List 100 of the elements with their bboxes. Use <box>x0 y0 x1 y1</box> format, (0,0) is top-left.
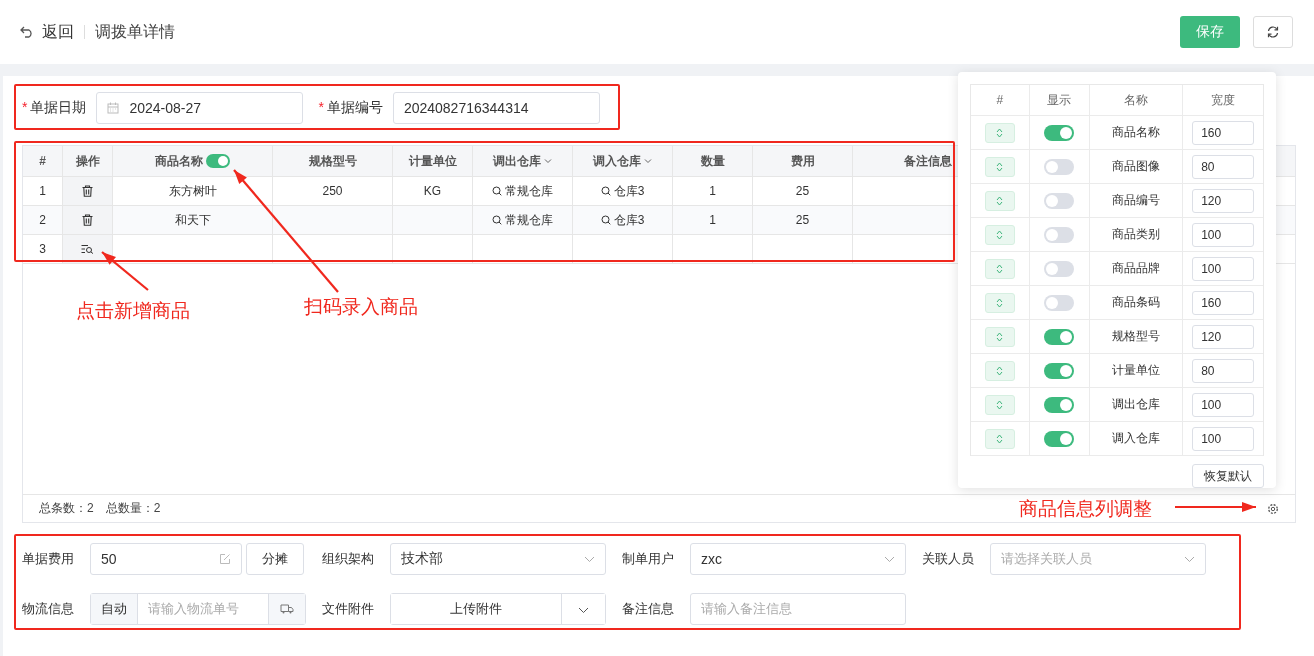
search-icon[interactable] <box>600 186 611 196</box>
width-field[interactable]: 100 <box>1192 222 1255 247</box>
column-name: 商品编号 <box>1111 192 1160 209</box>
table-cell: 250 <box>322 184 343 198</box>
width-field[interactable]: 100 <box>1192 256 1255 281</box>
column-header: 宽度 <box>1211 91 1236 109</box>
visibility-toggle[interactable] <box>1044 328 1075 345</box>
sort-arrows-icon <box>996 127 1004 138</box>
settings-icon[interactable] <box>1267 502 1279 515</box>
column-header: 费用 <box>790 152 815 170</box>
visibility-toggle[interactable] <box>1044 226 1075 243</box>
cost-field[interactable]: 50 <box>90 543 242 575</box>
table-cell: 仓库3 <box>613 211 645 229</box>
column-name: 计量单位 <box>1111 362 1160 379</box>
drag-handle[interactable] <box>984 292 1015 313</box>
visibility-toggle[interactable] <box>1044 430 1075 447</box>
sort-arrows-icon <box>996 399 1004 410</box>
field-label: 组织架构 <box>322 550 375 568</box>
table-cell: 1 <box>709 184 716 198</box>
required-mark: * <box>318 99 324 115</box>
width-field[interactable]: 160 <box>1192 290 1255 315</box>
trash-icon[interactable] <box>82 185 93 197</box>
column-header: 调入仓库 <box>593 152 641 170</box>
drag-handle[interactable] <box>984 122 1015 143</box>
upload-menu-button[interactable] <box>561 594 605 624</box>
select-field[interactable]: 技术部 <box>390 543 606 575</box>
select-field[interactable]: zxc <box>690 543 906 575</box>
field-label: 备注信息 <box>622 600 675 618</box>
truck-button[interactable] <box>268 594 305 624</box>
list-search-icon[interactable] <box>81 244 94 254</box>
table-cell: 东方树叶 <box>168 182 217 200</box>
chevron-down-icon[interactable] <box>644 158 652 164</box>
column-name: 商品图像 <box>1111 158 1160 175</box>
total-text: 总数量：2 <box>105 500 161 517</box>
drag-handle[interactable] <box>984 428 1015 449</box>
visibility-toggle[interactable] <box>1044 260 1075 277</box>
back-button[interactable]: 返回 <box>20 21 74 43</box>
visibility-toggle[interactable] <box>1044 124 1075 141</box>
column-header: 规格型号 <box>308 152 357 170</box>
column-header: 计量单位 <box>408 152 457 170</box>
visibility-toggle[interactable] <box>1044 362 1075 379</box>
column-header: 调出仓库 <box>493 152 541 170</box>
drag-handle[interactable] <box>984 258 1015 279</box>
table-cell: 1 <box>39 184 46 198</box>
width-field[interactable]: 100 <box>1192 426 1255 451</box>
table-cell: 3 <box>39 242 46 256</box>
chevron-down-icon[interactable] <box>544 158 552 164</box>
chevron-down-icon <box>884 555 895 563</box>
sort-arrows-icon <box>996 229 1004 240</box>
drag-handle[interactable] <box>984 224 1015 245</box>
table-cell: 2 <box>39 213 46 227</box>
drag-handle[interactable] <box>984 360 1015 381</box>
sort-arrows-icon <box>996 433 1004 444</box>
table-cell: 仓库3 <box>613 182 645 200</box>
refresh-icon <box>1266 25 1280 39</box>
column-header: # <box>39 154 46 168</box>
auto-button[interactable]: 自动 <box>91 594 137 624</box>
search-icon[interactable] <box>492 186 502 196</box>
column-header: # <box>996 93 1004 107</box>
sort-arrows-icon <box>996 195 1004 206</box>
page-title: 调拨单详情 <box>95 21 175 42</box>
refresh-button[interactable] <box>1253 16 1293 48</box>
visibility-toggle[interactable] <box>1044 158 1075 175</box>
column-header: 名称 <box>1123 91 1148 109</box>
width-field[interactable]: 80 <box>1192 154 1255 179</box>
drag-handle[interactable] <box>984 394 1015 415</box>
drag-handle[interactable] <box>984 190 1015 211</box>
search-icon[interactable] <box>492 215 502 225</box>
scan-toggle[interactable] <box>206 154 230 168</box>
chevron-down-icon <box>1184 555 1195 563</box>
annotation-text: 点击新增商品 <box>76 299 190 323</box>
reset-button[interactable]: 恢复默认 <box>1192 464 1264 488</box>
column-name: 商品条码 <box>1111 294 1160 311</box>
width-field[interactable]: 80 <box>1192 358 1255 383</box>
table-cell: 25 <box>795 184 810 198</box>
visibility-toggle[interactable] <box>1044 192 1075 209</box>
search-icon[interactable] <box>600 215 611 225</box>
edit-icon <box>219 553 231 565</box>
date-field[interactable]: 2024-08-27 <box>96 92 304 124</box>
undo-icon <box>20 26 34 38</box>
allocate-button[interactable]: 分摊 <box>246 543 304 575</box>
width-field[interactable]: 120 <box>1192 188 1255 213</box>
width-field[interactable]: 100 <box>1192 392 1255 417</box>
trash-icon[interactable] <box>82 214 93 226</box>
width-field[interactable]: 120 <box>1192 324 1255 349</box>
text-field[interactable]: 2024082716344314 <box>392 92 600 124</box>
field-label: 单据费用 <box>22 550 75 568</box>
table-cell: 1 <box>709 213 716 227</box>
visibility-toggle[interactable] <box>1044 396 1075 413</box>
width-field[interactable]: 160 <box>1192 120 1255 145</box>
required-mark: * <box>22 99 28 115</box>
field-label: 制单用户 <box>622 550 675 568</box>
table-cell: 常规仓库 <box>505 182 553 200</box>
sort-arrows-icon <box>996 365 1004 376</box>
drag-handle[interactable] <box>984 156 1015 177</box>
table-cell: 常规仓库 <box>505 211 553 229</box>
total-text: 总条数：2 <box>39 500 94 517</box>
visibility-toggle[interactable] <box>1044 294 1075 311</box>
column-header: 商品名称 <box>155 152 203 170</box>
drag-handle[interactable] <box>984 326 1015 347</box>
